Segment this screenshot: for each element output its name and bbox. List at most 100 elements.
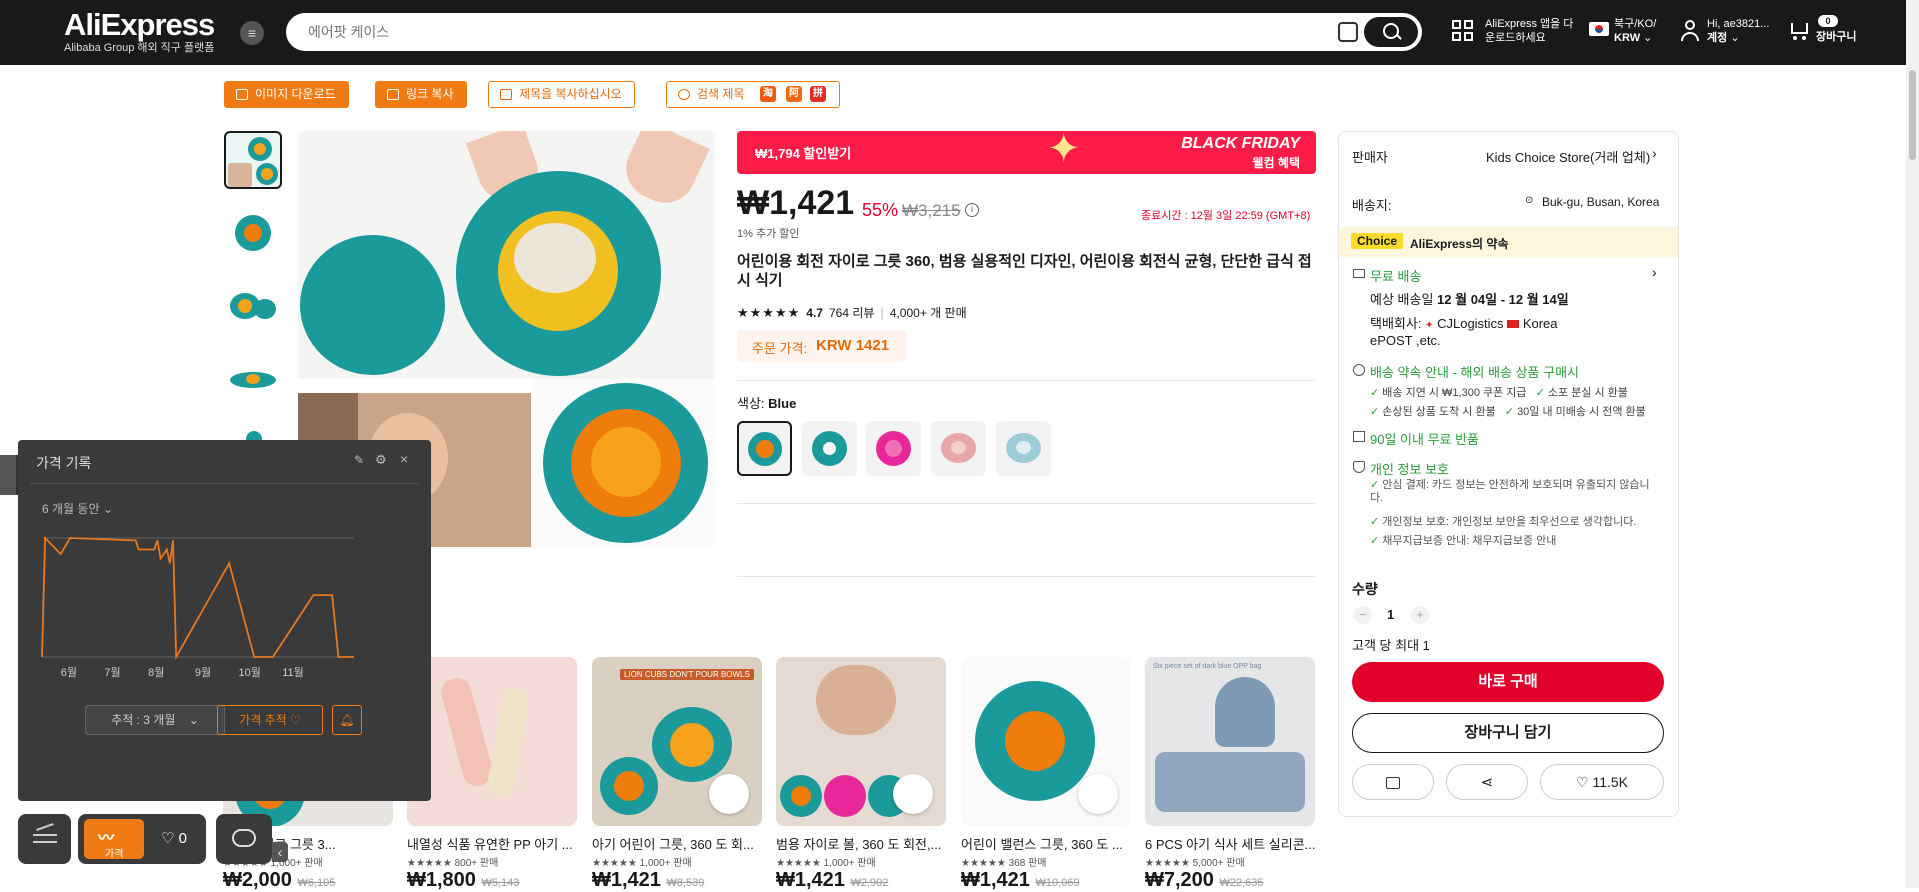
- promo-banner[interactable]: ₩1,794 할인받기 ✦ BLACK FRIDAY 웰컴 혜택: [737, 129, 1316, 174]
- info-icon[interactable]: i: [965, 203, 979, 217]
- location-pin-icon: ⊙: [1525, 195, 1534, 206]
- cart-icon[interactable]: [1788, 21, 1810, 41]
- check-icon: ✓: [1504, 406, 1514, 418]
- related-title-6[interactable]: 6 PCS 아기 식사 세트 실리콘...: [1145, 834, 1317, 853]
- guarantee-4: 30일 내 미배송 시 전액 환불: [1517, 406, 1646, 418]
- dock-price-button[interactable]: 〰 가격: [84, 819, 144, 860]
- page-scrollbar[interactable]: [1906, 0, 1919, 888]
- cart-count-badge: 0: [1818, 15, 1838, 27]
- account-label: 계정: [1707, 32, 1728, 44]
- dock-home-button[interactable]: [18, 814, 71, 864]
- widget-handle[interactable]: [0, 455, 16, 495]
- dock-chat-button[interactable]: [216, 814, 272, 864]
- sale-deadline: 종료시간 : 12월 3일 22:59 (GMT+8): [1141, 210, 1311, 222]
- related-price-5: ₩1,421 ₩10,069: [961, 869, 1080, 892]
- stars: ★★★★★: [1145, 858, 1190, 869]
- related-title-2[interactable]: 내열성 식품 유연한 PP 아기 ...: [407, 834, 579, 853]
- old-price: ₩10,069: [1035, 877, 1080, 889]
- store-icon: [1386, 777, 1400, 790]
- guarantee-3: 손상된 상품 도착 시 환불: [1382, 406, 1496, 418]
- chat-icon: [232, 829, 256, 847]
- chevron-right-icon[interactable]: ›: [1652, 145, 1657, 161]
- thumbnail-1[interactable]: [224, 131, 282, 189]
- thumbnail-4[interactable]: [224, 350, 282, 408]
- quantity-value[interactable]: 1: [1387, 607, 1394, 622]
- add-cart-icon[interactable]: [709, 774, 749, 814]
- camera-search-icon[interactable]: [1338, 22, 1358, 42]
- related-card-2[interactable]: [407, 657, 577, 826]
- shield-icon: [1353, 364, 1365, 376]
- quantity-increase-button[interactable]: +: [1411, 606, 1429, 624]
- account-menu[interactable]: Hi, ae3821... 계정 ⌄: [1707, 17, 1769, 45]
- divider: [737, 380, 1315, 381]
- menu-icon[interactable]: ≡: [240, 21, 264, 45]
- related-price-4: ₩1,421 ₩2,902: [776, 869, 888, 892]
- download-images-button[interactable]: 이미지 다운로드: [224, 81, 349, 108]
- eta-value: 12 월 04일 - 12 월 14일: [1437, 292, 1569, 307]
- track-price-button[interactable]: 가격 추적 ♡: [217, 705, 323, 735]
- add-to-cart-button[interactable]: 장바구니 담기: [1352, 713, 1664, 753]
- copy-link-button[interactable]: 링크 복사: [375, 81, 467, 108]
- app-download-link[interactable]: AliExpress 앱을 다 운로드하세요: [1485, 17, 1573, 45]
- add-cart-icon[interactable]: [893, 774, 933, 814]
- review-count[interactable]: 764 리뷰: [829, 304, 874, 321]
- heart-icon: ♡: [1576, 774, 1589, 790]
- related-card-4[interactable]: [776, 657, 946, 826]
- privacy-title[interactable]: 개인 정보 보호: [1370, 459, 1449, 478]
- scrollbar-thumb[interactable]: [1909, 70, 1916, 160]
- ship-to-location[interactable]: Buk-gu, Busan, Korea: [1542, 195, 1659, 209]
- old-price: ₩5,143: [481, 877, 520, 889]
- chevron-right-icon[interactable]: ›: [1652, 264, 1657, 280]
- related-title-4[interactable]: 범용 자이로 볼, 360 도 회전,...: [776, 834, 948, 853]
- qr-app-icon[interactable]: [1452, 20, 1474, 42]
- copy-title-button[interactable]: 제목을 복사하십시오: [488, 81, 635, 108]
- seller-name[interactable]: Kids Choice Store(거래 업체): [1486, 147, 1650, 166]
- color-swatch-4[interactable]: [931, 421, 986, 476]
- x-tick-label: 6월: [61, 666, 77, 679]
- collapse-dock-icon[interactable]: ‹: [272, 842, 288, 862]
- store-button[interactable]: [1352, 764, 1434, 800]
- courier-name: CJLogistics: [1437, 316, 1504, 331]
- user-icon[interactable]: [1680, 20, 1700, 42]
- wishlist-button[interactable]: ♡ 11.5K: [1540, 764, 1664, 800]
- share-button[interactable]: ⋖: [1446, 764, 1528, 800]
- free-returns[interactable]: 90일 이내 무료 반품: [1370, 429, 1479, 448]
- color-swatch-pink[interactable]: [866, 421, 921, 476]
- dock-favorites[interactable]: ♡ 0: [161, 829, 187, 847]
- logo-text: AliExpress: [64, 7, 215, 42]
- divider: [737, 576, 1315, 577]
- original-price: ₩3,215: [902, 201, 961, 220]
- search-bar: [286, 13, 1422, 51]
- check-icon: ✓: [1370, 387, 1380, 399]
- thumbnail-3[interactable]: [224, 277, 282, 335]
- sold-count: 4,000+ 개 판매: [889, 306, 967, 320]
- related-title-5[interactable]: 어린이 밸런스 그릇, 360 도 ...: [961, 834, 1133, 853]
- related-title-3[interactable]: 아기 어린이 그릇, 360 도 회...: [592, 834, 764, 853]
- aliexpress-logo[interactable]: AliExpress Alibaba Group 해외 직구 플랫폼: [64, 7, 215, 55]
- buy-now-button[interactable]: 바로 구매: [1352, 662, 1664, 702]
- korea-flag-icon: [1589, 22, 1609, 36]
- free-shipping[interactable]: 무료 배송: [1370, 266, 1421, 285]
- related-card-3[interactable]: LION CUBS DON'T POUR BOWLS: [592, 657, 762, 826]
- guarantee-title[interactable]: 배송 약속 안내 - 해외 배송 상품 구매시: [1370, 362, 1579, 381]
- region-selector[interactable]: 북구/KO/ KRW ⌄: [1614, 17, 1656, 45]
- quantity-decrease-button[interactable]: −: [1354, 606, 1372, 624]
- pinduoduo-icon[interactable]: 拼: [810, 86, 826, 102]
- dock-count: 0: [178, 830, 187, 847]
- search-input[interactable]: [308, 22, 1308, 42]
- add-cart-icon[interactable]: [1078, 774, 1118, 814]
- taobao-icon[interactable]: 淘: [760, 86, 776, 102]
- related-price-3: ₩1,421 ₩8,539: [592, 869, 704, 892]
- related-card-6[interactable]: Six piece set of dark blue OPP bag: [1145, 657, 1315, 826]
- color-swatch-5[interactable]: [996, 421, 1051, 476]
- color-swatch-blue[interactable]: [737, 421, 792, 476]
- track-period-dropdown[interactable]: 추적 : 3 개월 ⌄: [85, 705, 225, 735]
- 1688-icon[interactable]: 阿: [786, 86, 802, 102]
- related-price-6: ₩7,200 ₩22,635: [1145, 869, 1264, 892]
- bell-icon[interactable]: 🔔︎: [332, 705, 362, 735]
- thumbnail-2[interactable]: [224, 204, 282, 262]
- related-card-5[interactable]: [961, 657, 1131, 826]
- cart-label[interactable]: 장바구니: [1816, 30, 1856, 44]
- color-swatch-2[interactable]: [802, 421, 857, 476]
- search-button[interactable]: [1364, 17, 1418, 47]
